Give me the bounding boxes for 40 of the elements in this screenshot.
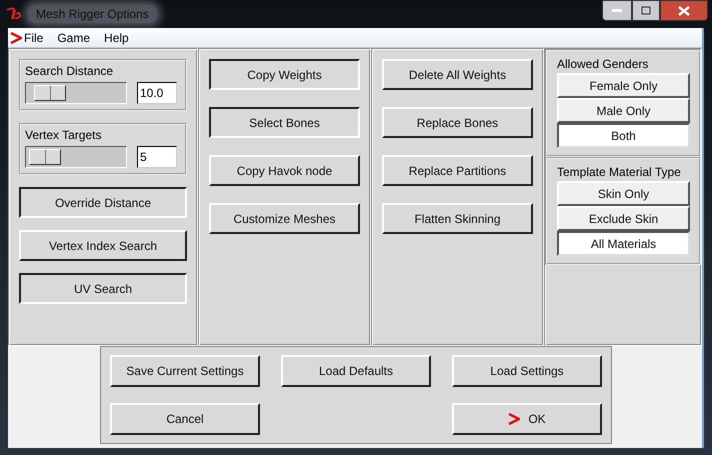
button[interactable]: OK: [452, 403, 602, 435]
slider-thumb[interactable]: [29, 149, 61, 165]
slider-label: Vertex Targets: [25, 128, 102, 142]
button[interactable]: Replace Partitions: [382, 155, 533, 186]
app-logo-icon: [6, 7, 22, 21]
button[interactable]: Save Current Settings: [110, 355, 260, 387]
option-button[interactable]: Male Only: [557, 98, 690, 123]
button[interactable]: Vertex Index Search: [19, 230, 187, 261]
option-button[interactable]: All Materials: [557, 231, 690, 256]
menu-item[interactable]: Game: [57, 30, 90, 44]
option-button[interactable]: Female Only: [557, 73, 690, 98]
option-button[interactable]: Both: [557, 123, 690, 148]
button[interactable]: UV Search: [19, 273, 187, 304]
close-icon[interactable]: [660, 0, 708, 21]
option-button[interactable]: Exclude Skin: [557, 206, 690, 231]
slider-thumb[interactable]: [34, 85, 66, 101]
button[interactable]: Flatten Skinning: [382, 203, 533, 234]
slider-track[interactable]: [25, 82, 127, 104]
slider-track[interactable]: [25, 146, 127, 168]
button[interactable]: Replace Bones: [382, 107, 533, 138]
button[interactable]: Select Bones: [209, 107, 360, 138]
button[interactable]: Delete All Weights: [382, 59, 533, 90]
button[interactable]: Copy Weights: [209, 59, 360, 90]
group-title: Allowed Genders: [557, 57, 650, 71]
button[interactable]: Customize Meshes: [209, 203, 360, 234]
group-title: Template Material Type: [557, 165, 682, 179]
button[interactable]: Load Settings: [452, 355, 602, 387]
menu-item[interactable]: Help: [104, 30, 129, 44]
minimize-icon[interactable]: [602, 0, 632, 21]
menu-item[interactable]: File: [24, 30, 44, 44]
button[interactable]: Copy Havok node: [209, 155, 360, 186]
window-title: Mesh Rigger Options: [28, 5, 157, 23]
value-field[interactable]: 10.0: [137, 82, 177, 104]
button[interactable]: Override Distance: [19, 187, 187, 218]
slider-label: Search Distance: [25, 64, 114, 78]
button[interactable]: Cancel: [110, 403, 260, 435]
option-button[interactable]: Skin Only: [557, 181, 690, 206]
value-field[interactable]: 5: [137, 146, 177, 168]
maximize-icon[interactable]: [632, 0, 660, 21]
button[interactable]: Load Defaults: [281, 355, 431, 387]
